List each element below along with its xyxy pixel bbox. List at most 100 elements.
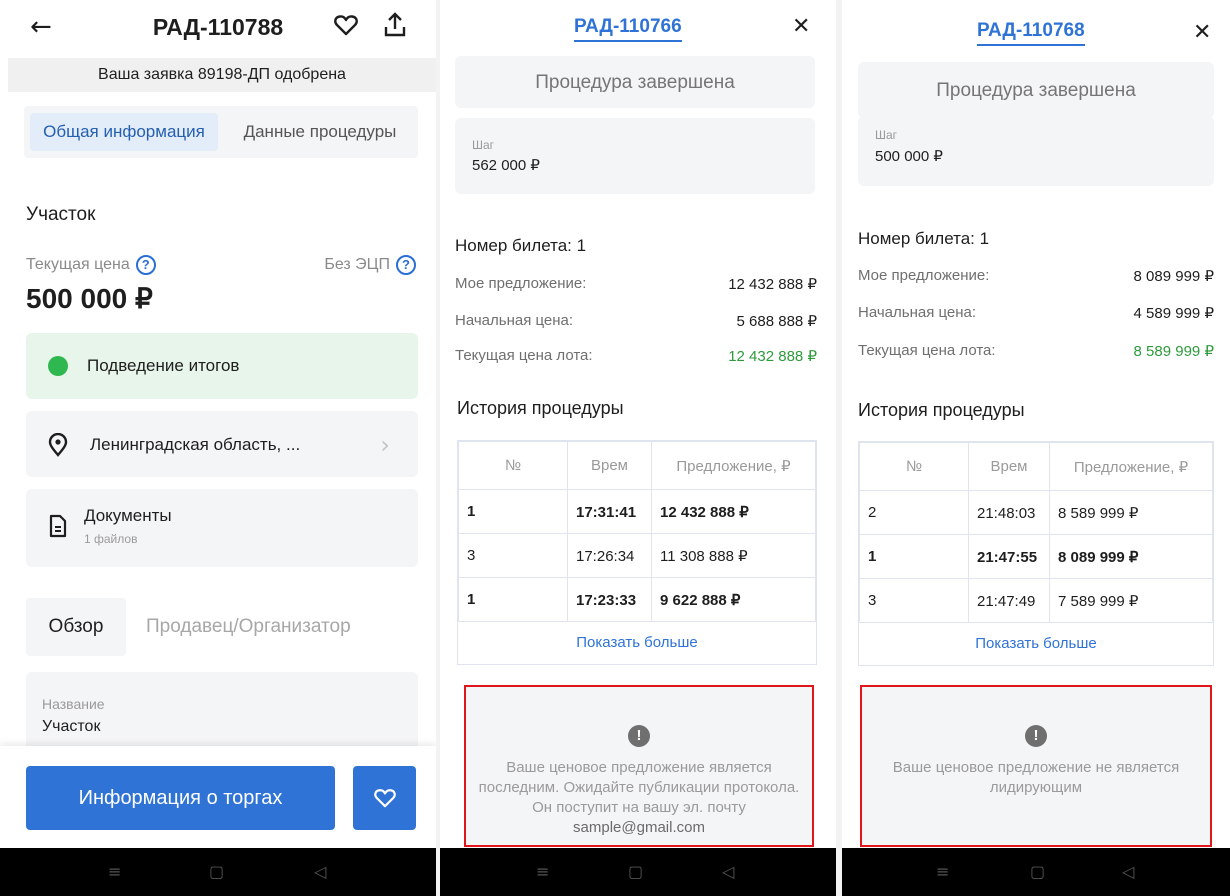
column-header-time: Врем xyxy=(567,441,652,490)
share-upload-icon[interactable] xyxy=(383,12,407,43)
table-row: 3 21:47:49 7 589 999 ₽ xyxy=(859,578,1213,623)
cell-offer: 8 089 999 ₽ xyxy=(1049,534,1213,579)
column-header-offer: Предложение, ₽ xyxy=(1049,442,1213,491)
system-nav-bar: ≡ ▢ ◁ xyxy=(440,848,836,896)
location-card[interactable]: Ленинградская область, ... › xyxy=(26,411,418,477)
documents-title: Документы xyxy=(84,506,172,525)
column-header-time: Врем xyxy=(968,442,1050,491)
procedure-status: Процедура завершена xyxy=(936,80,1136,101)
column-header-offer: Предложение, ₽ xyxy=(651,441,816,490)
favorite-button[interactable] xyxy=(353,766,416,830)
no-ecp-label: Без ЭЦП? xyxy=(324,255,416,275)
close-icon[interactable]: ✕ xyxy=(792,14,810,39)
header: ← РАД-110788 xyxy=(0,0,436,56)
bottom-action-bar: Информация о торгах xyxy=(0,746,436,848)
cell-time: 17:31:41 xyxy=(567,489,652,534)
start-price-label: Начальная цена: xyxy=(455,312,574,329)
show-more-link[interactable]: Показать больше xyxy=(458,622,816,664)
system-nav-bar: ≡ ▢ ◁ xyxy=(0,848,436,896)
location-pin-icon xyxy=(48,432,68,462)
close-icon[interactable]: ✕ xyxy=(1193,20,1211,45)
current-price-value: 8 589 999 ₽ xyxy=(1133,343,1214,360)
cell-number: 2 xyxy=(859,490,969,535)
back-triangle-icon[interactable]: ◁ xyxy=(722,862,734,881)
cell-number: 1 xyxy=(458,489,568,534)
home-icon[interactable]: ▢ xyxy=(1030,862,1045,881)
lot-detail-screen: ← РАД-110788 Ваша заявка 89198-ДП одобре… xyxy=(0,0,436,896)
alert-box: ! Ваше ценовое предложение является посл… xyxy=(464,685,814,847)
exclamation-icon: ! xyxy=(1025,725,1047,747)
tab-procedure-data[interactable]: Данные процедуры xyxy=(229,113,411,151)
favorite-heart-icon[interactable] xyxy=(334,14,358,41)
chevron-right-icon: › xyxy=(380,431,390,459)
exclamation-icon: ! xyxy=(628,725,650,747)
cell-offer: 9 622 888 ₽ xyxy=(651,577,816,622)
no-ecp-text: Без ЭЦП xyxy=(324,256,390,274)
current-price-value: 12 432 888 ₽ xyxy=(728,348,817,365)
step-value: 562 000 ₽ xyxy=(472,157,540,174)
tab-seller-organizer[interactable]: Продавец/Организатор xyxy=(146,616,351,638)
documents-count: 1 файлов xyxy=(84,532,138,546)
alert-email: sample@gmail.com xyxy=(573,819,705,836)
field-label: Название xyxy=(42,696,105,712)
procedure-status-card: Процедура завершена xyxy=(455,56,815,108)
status-text: Подведение итогов xyxy=(87,356,240,375)
menu-icon[interactable]: ≡ xyxy=(936,862,949,881)
cell-time: 17:23:33 xyxy=(567,577,652,622)
menu-icon[interactable]: ≡ xyxy=(536,862,549,881)
field-value: Участок xyxy=(42,718,101,735)
cell-offer: 11 308 888 ₽ xyxy=(651,533,816,578)
procedure-result-screen-2: РАД-110768 ✕ Процедура завершена Шаг 500… xyxy=(842,0,1230,896)
history-table: № Врем Предложение, ₽ 1 17:31:41 12 432 … xyxy=(457,440,817,665)
status-dot-icon xyxy=(48,356,68,376)
tab-overview[interactable]: Обзор xyxy=(26,598,126,656)
lot-link[interactable]: РАД-110768 xyxy=(977,20,1085,46)
back-triangle-icon[interactable]: ◁ xyxy=(1122,862,1134,881)
heart-icon xyxy=(374,789,396,808)
step-label: Шаг xyxy=(472,138,495,152)
cell-time: 21:47:55 xyxy=(968,534,1050,579)
lot-link[interactable]: РАД-110766 xyxy=(574,16,682,42)
cell-number: 3 xyxy=(458,533,568,578)
alert-text: Ваше ценовое предложение является послед… xyxy=(478,759,800,816)
alert-text: Ваше ценовое предложение не является лид… xyxy=(892,759,1180,796)
column-header-number: № xyxy=(859,442,969,491)
ticket-number: Номер билета: 1 xyxy=(858,229,990,248)
history-title: История процедуры xyxy=(457,398,624,418)
approval-banner: Ваша заявка 89198-ДП одобрена xyxy=(8,58,436,92)
show-more-link[interactable]: Показать больше xyxy=(859,623,1213,665)
ticket-number: Номер билета: 1 xyxy=(455,236,587,255)
help-icon[interactable]: ? xyxy=(396,255,416,275)
current-price-label: Текущая цена лота: xyxy=(455,347,593,364)
step-card: Шаг 500 000 ₽ xyxy=(858,116,1214,186)
history-title: История процедуры xyxy=(858,400,1025,420)
home-icon[interactable]: ▢ xyxy=(209,862,224,881)
step-value: 500 000 ₽ xyxy=(875,148,943,165)
procedure-result-screen-1: РАД-110766 ✕ Процедура завершена Шаг 562… xyxy=(440,0,836,896)
documents-card[interactable]: Документы 1 файлов xyxy=(26,489,418,567)
cell-number: 3 xyxy=(859,578,969,623)
menu-icon[interactable]: ≡ xyxy=(108,862,121,881)
tab-general-info[interactable]: Общая информация xyxy=(30,113,218,151)
cell-offer: 8 589 999 ₽ xyxy=(1049,490,1213,535)
cell-number: 1 xyxy=(859,534,969,579)
history-table: № Врем Предложение, ₽ 2 21:48:03 8 589 9… xyxy=(858,441,1214,666)
current-price-label: Текущая цена лота: xyxy=(858,342,996,359)
my-offer-value: 8 089 999 ₽ xyxy=(1133,268,1214,285)
current-price-value: 500 000 ₽ xyxy=(26,283,153,314)
system-nav-bar: ≡ ▢ ◁ xyxy=(842,848,1230,896)
current-price-label-text: Текущая цена xyxy=(26,256,130,274)
cell-offer: 12 432 888 ₽ xyxy=(651,489,816,534)
home-icon[interactable]: ▢ xyxy=(628,862,643,881)
table-row: 1 21:47:55 8 089 999 ₽ xyxy=(859,534,1213,579)
my-offer-label: Мое предложение: xyxy=(858,267,990,284)
table-row: 1 17:23:33 9 622 888 ₽ xyxy=(458,577,816,622)
auction-info-button[interactable]: Информация о торгах xyxy=(26,766,335,830)
my-offer-label: Мое предложение: xyxy=(455,275,587,292)
help-icon[interactable]: ? xyxy=(135,255,156,275)
cell-offer: 7 589 999 ₽ xyxy=(1049,578,1213,623)
back-triangle-icon[interactable]: ◁ xyxy=(314,862,326,881)
table-row: 2 21:48:03 8 589 999 ₽ xyxy=(859,490,1213,535)
status-card: Подведение итогов xyxy=(26,333,418,399)
current-price-label: Текущая цена? xyxy=(26,255,156,275)
